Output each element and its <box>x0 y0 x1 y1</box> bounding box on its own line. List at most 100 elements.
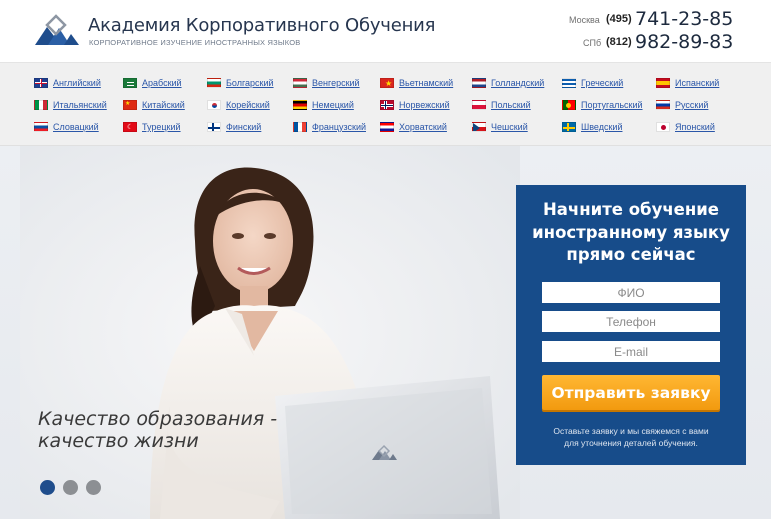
site-subtitle: КОРПОРАТИВНОЕ ИЗУЧЕНИЕ ИНОСТРАННЫХ ЯЗЫКО… <box>89 38 301 47</box>
language-label: Итальянский <box>53 100 107 110</box>
language-label: Финский <box>226 122 262 132</box>
france-flag-icon <box>293 122 307 132</box>
site-header: Академия Корпоративного Обучения КОРПОРА… <box>0 0 771 62</box>
language-link-arabic[interactable]: Арабский <box>123 76 182 90</box>
germany-flag-icon <box>293 100 307 110</box>
japan-flag-icon <box>656 122 670 132</box>
language-link-hungarian[interactable]: Венгерский <box>293 76 360 90</box>
form-title-line-2: иностранному языку <box>532 222 730 242</box>
language-label: Китайский <box>142 100 185 110</box>
email-field[interactable] <box>542 341 720 362</box>
language-label: Португальский <box>581 100 643 110</box>
vietnam-flag-icon: ★ <box>380 78 394 88</box>
language-link-dutch[interactable]: Голландский <box>472 76 544 90</box>
language-label: Греческий <box>581 78 624 88</box>
saudi-flag-icon <box>123 78 137 88</box>
language-menu: Английский Арабский Болгарский Венгерски… <box>0 62 771 146</box>
language-link-norwegian[interactable]: Норвежский <box>380 98 450 112</box>
language-link-slovak[interactable]: Словацкий <box>34 120 99 134</box>
language-label: Турецкий <box>142 122 181 132</box>
phone-moscow: Москва (495) 741-23-85 <box>560 8 760 32</box>
language-link-french[interactable]: Французский <box>293 120 366 134</box>
language-link-polish[interactable]: Польский <box>472 98 531 112</box>
form-note-line-1: Оставьте заявку и мы свяжемся с вами <box>553 426 709 436</box>
bulgaria-flag-icon <box>207 78 221 88</box>
language-label: Японский <box>675 122 715 132</box>
language-link-croatian[interactable]: Хорватский <box>380 120 447 134</box>
language-label: Немецкий <box>312 100 354 110</box>
poland-flag-icon <box>472 100 486 110</box>
language-label: Чешский <box>491 122 528 132</box>
form-note: Оставьте заявку и мы свяжемся с вами для… <box>526 425 736 449</box>
language-label: Хорватский <box>399 122 447 132</box>
language-label: Французский <box>312 122 366 132</box>
phone-number[interactable]: 741-23-85 <box>635 8 733 30</box>
slovakia-flag-icon <box>34 122 48 132</box>
language-link-vietnamese[interactable]: ★ Вьетнамский <box>380 76 453 90</box>
slogan-line-2: качество жизни <box>38 430 199 452</box>
czech-flag-icon <box>472 122 486 132</box>
china-flag-icon: ★ <box>123 100 137 110</box>
language-label: Шведский <box>581 122 623 132</box>
finland-flag-icon <box>207 122 221 132</box>
language-label: Корейский <box>226 100 270 110</box>
phone-spb: СПб (812) 982-89-83 <box>560 31 760 55</box>
language-link-spanish[interactable]: Испанский <box>656 76 719 90</box>
sweden-flag-icon <box>562 122 576 132</box>
korea-flag-icon <box>207 100 221 110</box>
language-label: Вьетнамский <box>399 78 454 88</box>
language-link-chinese[interactable]: ★ Китайский <box>123 98 185 112</box>
hero-slogan: Качество образования - качество жизни <box>38 408 277 452</box>
form-note-line-2: для уточнения деталей обучения. <box>564 438 698 448</box>
slider-dot-1[interactable] <box>40 480 55 495</box>
italy-flag-icon <box>34 100 48 110</box>
language-link-russian[interactable]: Русский <box>656 98 708 112</box>
form-title: Начните обучение иностранному языку прям… <box>516 199 746 267</box>
norway-flag-icon <box>380 100 394 110</box>
language-label: Польский <box>491 100 531 110</box>
russia-flag-icon <box>656 100 670 110</box>
language-link-english[interactable]: Английский <box>34 76 101 90</box>
phone-field[interactable] <box>542 311 720 332</box>
language-link-korean[interactable]: Корейский <box>207 98 270 112</box>
language-label: Словацкий <box>53 122 99 132</box>
phone-number[interactable]: 982-89-83 <box>635 31 733 53</box>
form-title-line-3: прямо сейчас <box>566 245 696 264</box>
slider-dot-2[interactable] <box>63 480 78 495</box>
language-link-greek[interactable]: Греческий <box>562 76 623 90</box>
language-link-japanese[interactable]: Японский <box>656 120 715 134</box>
turkey-flag-icon: ☾ <box>123 122 137 132</box>
slider-dot-3[interactable] <box>86 480 101 495</box>
phone-city-label: Москва <box>569 15 600 25</box>
phone-code: (495) <box>606 13 632 25</box>
submit-request-button[interactable]: Отправить заявку <box>542 375 720 410</box>
name-field[interactable] <box>542 282 720 303</box>
slider-pagination <box>40 480 101 495</box>
language-label: Английский <box>53 78 101 88</box>
academy-logo-icon[interactable] <box>34 14 80 46</box>
spain-flag-icon <box>656 78 670 88</box>
language-label: Русский <box>675 100 709 110</box>
netherlands-flag-icon <box>472 78 486 88</box>
language-link-bulgarian[interactable]: Болгарский <box>207 76 274 90</box>
language-link-czech[interactable]: Чешский <box>472 120 528 134</box>
hungary-flag-icon <box>293 78 307 88</box>
language-label: Норвежский <box>399 100 450 110</box>
phone-code: (812) <box>606 36 632 48</box>
language-label: Голландский <box>491 78 545 88</box>
language-link-german[interactable]: Немецкий <box>293 98 354 112</box>
language-link-finnish[interactable]: Финский <box>207 120 261 134</box>
croatia-flag-icon <box>380 122 394 132</box>
form-title-line-1: Начните обучение <box>542 200 719 219</box>
portugal-flag-icon <box>562 100 576 110</box>
language-link-turkish[interactable]: ☾ Турецкий <box>123 120 181 134</box>
site-title[interactable]: Академия Корпоративного Обучения <box>88 15 436 36</box>
hero-slider: Качество образования - качество жизни На… <box>0 146 771 519</box>
language-link-portuguese[interactable]: Португальский <box>562 98 643 112</box>
slogan-line-1: Качество образования - <box>38 408 278 430</box>
language-label: Арабский <box>142 78 182 88</box>
language-link-swedish[interactable]: Шведский <box>562 120 622 134</box>
language-link-italian[interactable]: Итальянский <box>34 98 107 112</box>
uk-flag-icon <box>34 78 48 88</box>
hero-woman-laptop-image <box>20 146 520 519</box>
